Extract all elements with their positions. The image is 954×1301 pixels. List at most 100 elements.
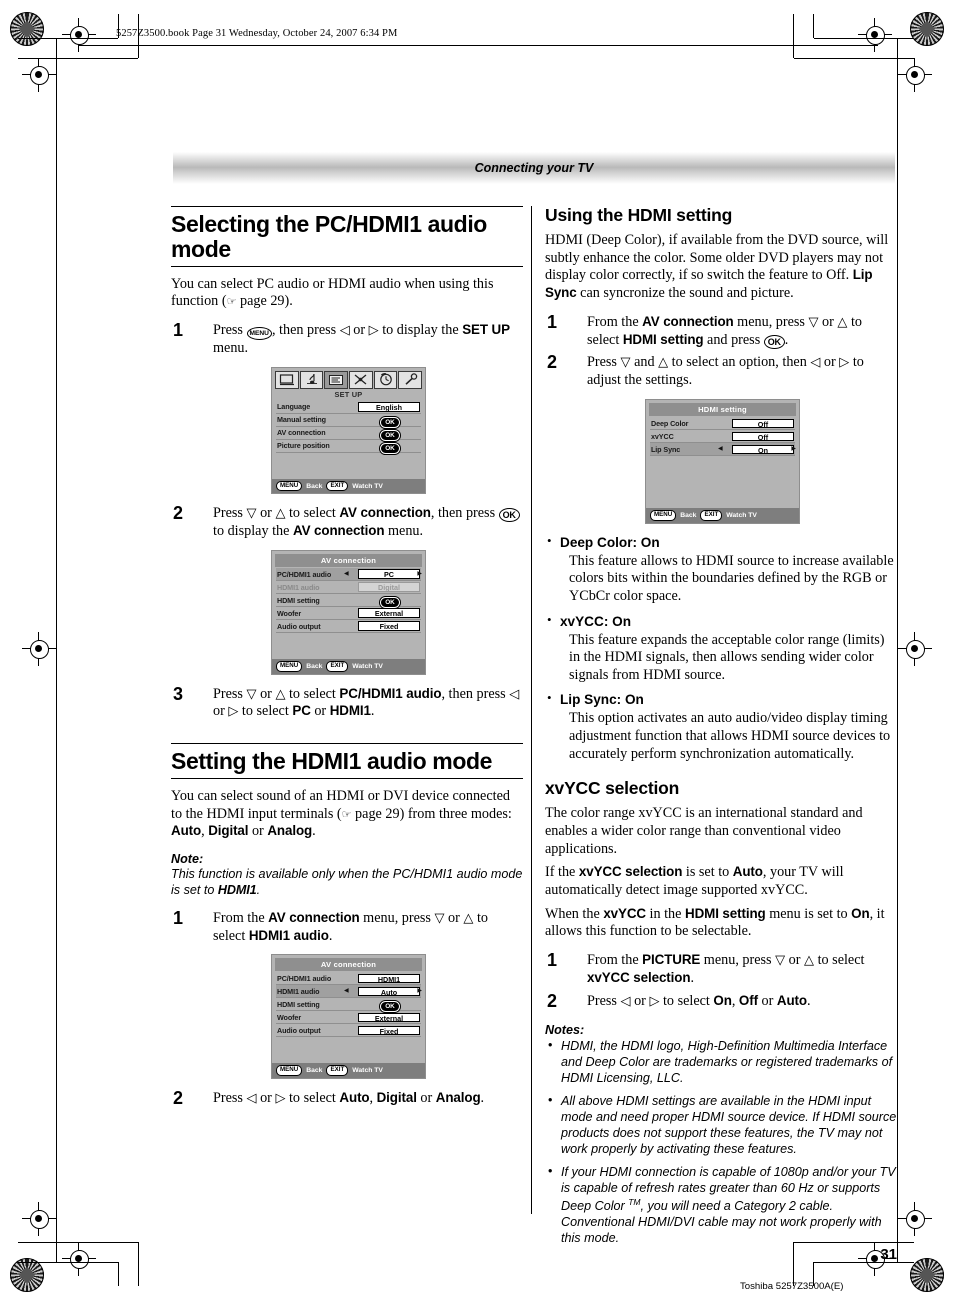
step-bold-setup: SET UP	[462, 321, 510, 337]
osd-row-woofer[interactable]: Woofer External	[276, 1011, 421, 1025]
step-3-select-pc-hdmi1: 3 Press ▽ or △ to select PC/HDMI1 audio,…	[171, 684, 523, 722]
osd-footer-back-label: Back	[306, 1067, 323, 1075]
step-text: to select an option, then	[668, 354, 811, 371]
feature-title-lip-sync: Lip Sync: On	[560, 692, 644, 708]
pointing-hand-icon: ☞	[341, 807, 352, 821]
osd-row-xvycc[interactable]: xvYCC Off	[650, 430, 795, 444]
step-text: and press	[703, 331, 764, 348]
page-title-selecting-pc-hdmi1: Selecting the PC/HDMI1 audio mode	[171, 206, 523, 267]
osd-row-value[interactable]: PC	[358, 569, 420, 579]
step-2-select-auto-digital-analog: 2 Press ◁ or ▷ to select Auto, Digital o…	[171, 1088, 523, 1108]
ok-button-icon: OK	[380, 442, 400, 454]
option-auto: Auto	[776, 992, 807, 1008]
exit-key-badge[interactable]: EXIT	[326, 1065, 349, 1076]
option-on: On	[713, 992, 732, 1008]
exit-key-badge[interactable]: EXIT	[326, 480, 349, 492]
osd-row-woofer[interactable]: Woofer External	[276, 607, 421, 621]
step-bold-av-connection-2: AV connection	[293, 523, 385, 539]
colophon: Toshiba 5257Z3500A(E)	[740, 1281, 843, 1292]
osd-row-value[interactable]: External	[358, 1012, 420, 1023]
osd-tab-lock[interactable]	[398, 370, 423, 389]
osd-setup-rows: Language English Manual setting OK AV co…	[272, 401, 425, 479]
note-text: This function is available only when the…	[171, 867, 523, 899]
osd-row-value[interactable]: Off	[732, 431, 794, 442]
step-2-av-connection: 2 Press ▽ or △ to select AV connection, …	[171, 503, 523, 541]
osd-row-hdmi-setting[interactable]: HDMI setting OK	[276, 998, 421, 1013]
trademark-superscript: TM	[628, 1197, 641, 1208]
step-text: Press	[213, 321, 247, 338]
ok-key-icon: OK	[498, 508, 520, 523]
right-arrow-icon: ▷	[839, 354, 850, 370]
osd-row-hdmi-setting[interactable]: HDMI setting OK	[276, 594, 421, 609]
osd-row-pc-hdmi1-audio[interactable]: PC/HDMI1 audio HDMI1	[276, 972, 421, 986]
crosshair-bottom-left	[22, 1202, 56, 1236]
step-text: to display the	[378, 321, 463, 338]
step-text: From the	[587, 951, 643, 968]
intro-text: or	[248, 823, 268, 840]
step-text: or	[757, 992, 777, 1009]
crosshair-mid-left	[22, 632, 56, 666]
intro-text: .	[312, 823, 316, 840]
crosshair-bottom-right	[898, 1202, 932, 1236]
menu-key-badge[interactable]: MENU	[276, 480, 303, 492]
osd-row-label: xvYCC	[651, 431, 674, 441]
xvycc-paragraph-2: If the xvYCC selection is set to Auto, y…	[545, 864, 897, 899]
step-text: to select	[814, 951, 865, 968]
intro-paragraph-2: You can select sound of an HDMI or DVI d…	[171, 788, 523, 841]
osd-row-value[interactable]: Off	[732, 418, 794, 429]
osd-av-connection-menu-2: AV connection PC/HDMI1 audio HDMI1 HDMI1…	[271, 954, 426, 1079]
osd-tab-feature[interactable]	[349, 370, 373, 389]
osd-empty-space	[276, 453, 421, 479]
registration-mark-bottom-right	[910, 1258, 944, 1292]
osd-row-value[interactable]: Fixed	[358, 1025, 420, 1036]
step-number: 1	[547, 311, 558, 332]
list-item: Lip Sync: On This option activates an au…	[545, 690, 897, 763]
osd-row-pc-hdmi1-audio[interactable]: PC/HDMI1 audio ◀ PC ▶	[276, 568, 422, 582]
osd-row-value[interactable]: On	[732, 444, 794, 455]
exit-key-badge[interactable]: EXIT	[326, 661, 349, 672]
osd-row-value[interactable]: HDMI1	[358, 973, 420, 984]
osd-footer: MENU Back EXIT Watch TV	[646, 508, 799, 523]
hdmi-feature-list: Deep Color: On This feature allows to HD…	[545, 533, 897, 763]
osd-row-label: Audio output	[277, 1025, 321, 1035]
step-bold-picture: PICTURE	[642, 951, 701, 967]
step-bold-xvycc-selection: xvYCC selection	[587, 969, 691, 985]
osd-row-audio-output[interactable]: Audio output Fixed	[276, 620, 421, 634]
osd-empty-space	[276, 633, 421, 659]
right-arrow-icon: ▷	[275, 1089, 286, 1105]
feature-title-xvycc: xvYCC: On	[560, 613, 632, 629]
menu-key-badge[interactable]: MENU	[650, 510, 677, 521]
down-arrow-icon: ▽	[246, 505, 257, 521]
note-label: Note:	[171, 851, 204, 866]
osd-av2-title: AV connection	[275, 958, 422, 972]
feature-title-deep-color: Deep Color: On	[560, 534, 660, 550]
osd-row-value[interactable]: Fixed	[358, 621, 420, 631]
osd-row-audio-output[interactable]: Audio output Fixed	[276, 1024, 421, 1038]
osd-row-ok[interactable]: OK	[359, 437, 421, 455]
menu-key-badge[interactable]: MENU	[276, 661, 303, 672]
osd-footer-exit-label: Watch TV	[352, 482, 383, 490]
osd-footer-exit-label: Watch TV	[352, 1067, 383, 1075]
osd-row-deep-color[interactable]: Deep Color Off	[650, 417, 795, 431]
osd-av-connection-menu-1: AV connection PC/HDMI1 audio ◀ PC ▶ HDMI…	[271, 550, 426, 675]
step-text: menu, press	[359, 909, 435, 926]
step-text: .	[480, 1089, 485, 1106]
osd-tab-audio[interactable]	[299, 370, 324, 389]
osd-tab-picture[interactable]	[275, 370, 299, 389]
exit-key-badge[interactable]: EXIT	[700, 510, 723, 521]
list-item: All above HDMI settings are available in…	[545, 1093, 897, 1158]
osd-row-picture-position[interactable]: Picture position OK	[276, 437, 421, 455]
step-text: or	[213, 703, 229, 720]
registration-mark-bottom-left	[10, 1258, 44, 1292]
osd-row-label: Woofer	[277, 608, 302, 618]
menu-key-badge[interactable]: MENU	[276, 1065, 303, 1076]
crop-line	[118, 1262, 119, 1286]
step-text: .	[690, 969, 694, 986]
osd-tab-timer[interactable]	[373, 370, 398, 389]
step-bold-av-connection: AV connection	[268, 909, 360, 925]
osd-row-lip-sync[interactable]: Lip Sync ◀ On ▶	[650, 443, 796, 457]
feature-desc-deep-color: This feature allows to HDMI source to in…	[569, 552, 894, 604]
osd-row-value[interactable]: External	[358, 608, 420, 618]
xv-text: If the	[545, 864, 579, 881]
osd-tab-setup[interactable]	[324, 370, 349, 389]
